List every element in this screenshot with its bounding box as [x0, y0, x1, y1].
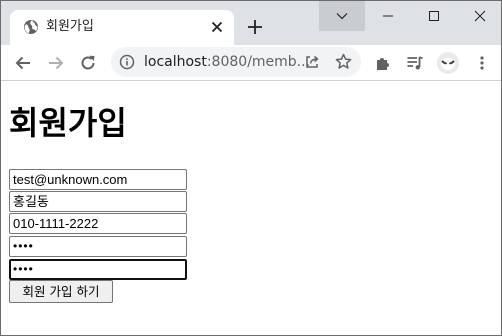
- back-arrow-icon[interactable]: [14, 54, 32, 72]
- reload-icon[interactable]: [79, 54, 97, 72]
- password-field[interactable]: ••••: [9, 236, 187, 257]
- puzzle-icon[interactable]: [374, 54, 392, 72]
- minimize-button[interactable]: [365, 1, 411, 31]
- url-host: localhost: [144, 54, 207, 70]
- page-title: 회원가입: [9, 104, 127, 142]
- star-icon[interactable]: [335, 53, 352, 70]
- url-text[interactable]: localhost:8080/memb...: [144, 53, 310, 71]
- window-close-button[interactable]: [457, 1, 501, 31]
- browser-tab[interactable]: 회원가입: [10, 10, 234, 45]
- info-icon[interactable]: [119, 54, 135, 70]
- reading-list-icon[interactable]: [406, 54, 424, 72]
- url-path: :8080/memb...: [206, 54, 311, 70]
- browser-window: 회원가입 localhost:8080/memb... 회원가입 test@un…: [0, 0, 502, 336]
- email-field[interactable]: test@unknown.com: [9, 169, 187, 190]
- page-content: 회원가입 test@unknown.com 홍길동 010-1111-2222 …: [1, 82, 501, 335]
- name-field[interactable]: 홍길동: [9, 191, 187, 212]
- plus-icon[interactable]: [246, 18, 264, 36]
- tab-search-button[interactable]: [319, 1, 365, 31]
- password-confirm-field[interactable]: ••••: [9, 259, 187, 280]
- avatar-icon[interactable]: [437, 52, 459, 74]
- tab-title: 회원가입: [46, 19, 94, 34]
- kebab-menu-icon[interactable]: [473, 54, 491, 72]
- share-icon[interactable]: [304, 54, 320, 70]
- phone-field[interactable]: 010-1111-2222: [9, 213, 187, 234]
- tab-strip: 회원가입: [1, 1, 501, 45]
- address-bar[interactable]: localhost:8080/memb...: [111, 47, 361, 77]
- forward-arrow-icon[interactable]: [47, 54, 65, 72]
- maximize-button[interactable]: [411, 1, 457, 31]
- globe-icon: [23, 19, 39, 35]
- close-icon[interactable]: [209, 19, 225, 35]
- browser-toolbar: localhost:8080/memb...: [1, 45, 501, 81]
- signup-submit-button[interactable]: 회원 가입 하기: [9, 280, 113, 303]
